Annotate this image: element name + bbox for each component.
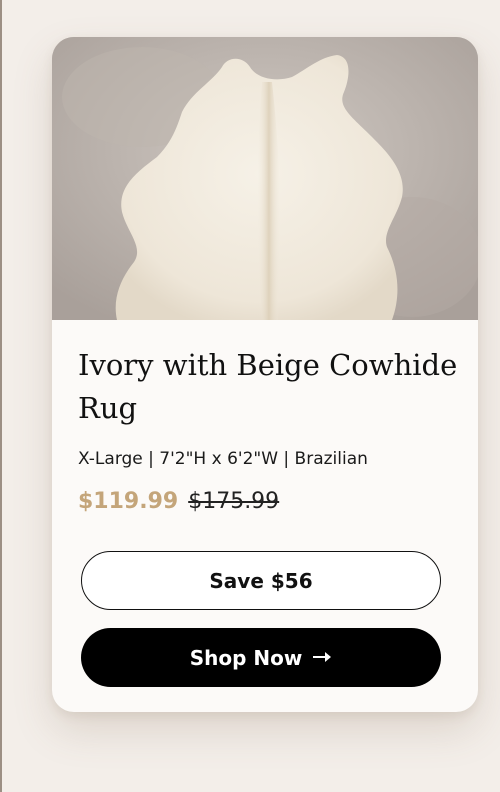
save-button-label: Save $56 [209,568,313,593]
product-specs: X-Large | 7'2"H x 6'2"W | Brazilian [78,449,368,469]
save-button[interactable]: Save $56 [81,551,441,610]
shop-now-label: Shop Now [189,645,303,670]
price-row: $119.99 $175.99 [78,489,279,514]
product-card: Ivory with Beige Cowhide Rug X-Large | 7… [52,37,478,712]
shop-now-button[interactable]: Shop Now [81,628,441,687]
sale-price: $119.99 [78,489,179,514]
cowhide-rug-photo [52,37,478,320]
product-image[interactable] [52,37,478,320]
product-title[interactable]: Ivory with Beige Cowhide Rug [78,344,458,430]
arrow-right-icon [312,647,332,668]
original-price: $175.99 [188,489,280,514]
page-edge-divider [0,0,2,792]
